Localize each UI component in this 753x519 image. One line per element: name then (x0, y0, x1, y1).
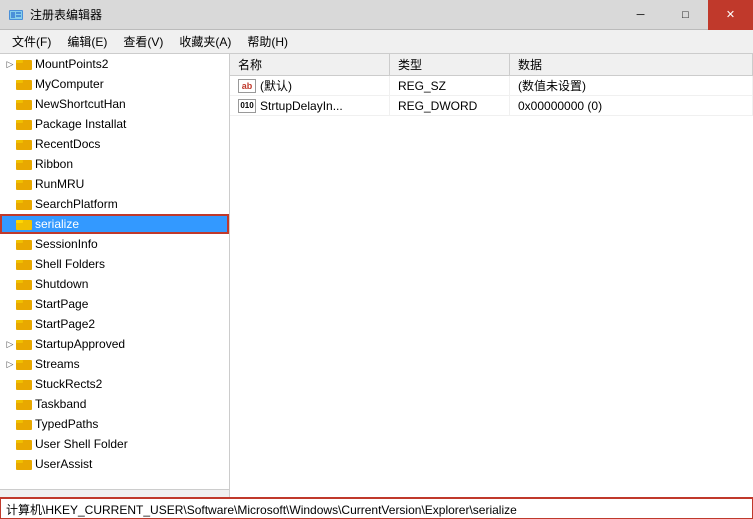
tree-item-RecentDocs[interactable]: ▷ RecentDocs (0, 134, 229, 154)
folder-icon (16, 117, 32, 131)
folder-icon (16, 237, 32, 251)
arrow-icon: ▷ (4, 358, 16, 370)
arrow-placeholder: ▷ (4, 398, 16, 410)
folder-icon (16, 357, 32, 371)
tree-item-NewShortcutHan[interactable]: ▷ NewShortcutHan (0, 94, 229, 114)
tree-item-TypedPaths[interactable]: ▷ TypedPaths (0, 414, 229, 434)
menu-file[interactable]: 文件(F) (4, 31, 59, 52)
arrow-icon: ▷ (4, 338, 16, 350)
col-header-type: 类型 (390, 54, 510, 75)
detail-row-strtupdelay[interactable]: 010 StrtupDelayIn... REG_DWORD 0x0000000… (230, 96, 753, 116)
arrow-icon: ▷ (4, 58, 16, 70)
window-title: 注册表编辑器 (30, 6, 102, 23)
arrow-placeholder: ▷ (4, 98, 16, 110)
tree-scroll[interactable]: ▷ MountPoints2 ▷ MyComputer ▷ (0, 54, 229, 489)
detail-panel: 名称 类型 数据 ab (默认) REG_SZ (数值未设置) 010 Strt… (230, 54, 753, 497)
arrow-placeholder: ▷ (4, 438, 16, 450)
folder-icon (16, 157, 32, 171)
tree-item-MountPoints2[interactable]: ▷ MountPoints2 (0, 54, 229, 74)
menu-view[interactable]: 查看(V) (115, 31, 171, 52)
tree-item-UserAssist[interactable]: ▷ UserAssist (0, 454, 229, 474)
title-bar: 注册表编辑器 ─ □ ✕ (0, 0, 753, 30)
status-bar: 计算机\HKEY_CURRENT_USER\Software\Microsoft… (0, 497, 753, 519)
cell-type-strtupdelay: REG_DWORD (390, 96, 510, 115)
arrow-placeholder: ▷ (4, 378, 16, 390)
arrow-placeholder: ▷ (4, 78, 16, 90)
arrow-placeholder: ▷ (4, 198, 16, 210)
tree-item-SearchPlatform[interactable]: ▷ SearchPlatform (0, 194, 229, 214)
tree-item-StartupApproved[interactable]: ▷ StartupApproved (0, 334, 229, 354)
folder-icon (16, 257, 32, 271)
folder-icon (16, 377, 32, 391)
menu-favorites[interactable]: 收藏夹(A) (171, 31, 239, 52)
title-bar-left: 注册表编辑器 (8, 6, 102, 23)
status-path: 计算机\HKEY_CURRENT_USER\Software\Microsoft… (6, 501, 517, 518)
tree-hscroll[interactable] (0, 489, 229, 497)
folder-icon (16, 297, 32, 311)
folder-icon (16, 137, 32, 151)
cell-name-strtupdelay: 010 StrtupDelayIn... (230, 96, 390, 115)
menu-edit[interactable]: 编辑(E) (59, 31, 115, 52)
tree-item-Taskband[interactable]: ▷ Taskband (0, 394, 229, 414)
tree-item-serialize[interactable]: ▷ serialize (0, 214, 229, 234)
arrow-placeholder: ▷ (4, 278, 16, 290)
arrow-placeholder: ▷ (4, 458, 16, 470)
tree-item-StartPage2[interactable]: ▷ StartPage2 (0, 314, 229, 334)
tree-item-UserShellFolder[interactable]: ▷ User Shell Folder (0, 434, 229, 454)
tree-item-StartPage[interactable]: ▷ StartPage (0, 294, 229, 314)
tree-item-RunMRU[interactable]: ▷ RunMRU (0, 174, 229, 194)
arrow-placeholder: ▷ (4, 418, 16, 430)
maximize-button[interactable]: □ (663, 0, 708, 30)
arrow-placeholder: ▷ (4, 158, 16, 170)
title-bar-controls: ─ □ ✕ (618, 0, 753, 30)
folder-icon (16, 177, 32, 191)
folder-selected-icon (16, 217, 32, 231)
regedit-icon (8, 7, 24, 23)
arrow-placeholder: ▷ (4, 238, 16, 250)
folder-icon (16, 437, 32, 451)
arrow-placeholder: ▷ (4, 318, 16, 330)
tree-item-Shutdown[interactable]: ▷ Shutdown (0, 274, 229, 294)
cell-data-strtupdelay: 0x00000000 (0) (510, 96, 753, 115)
reg-ab-icon: ab (238, 79, 256, 93)
tree-item-MyComputer[interactable]: ▷ MyComputer (0, 74, 229, 94)
folder-icon (16, 317, 32, 331)
col-header-name: 名称 (230, 54, 390, 75)
arrow-placeholder: ▷ (4, 138, 16, 150)
cell-data-default: (数值未设置) (510, 76, 753, 95)
cell-type-default: REG_SZ (390, 76, 510, 95)
folder-icon (16, 417, 32, 431)
main-content: ▷ MountPoints2 ▷ MyComputer ▷ (0, 54, 753, 497)
arrow-placeholder: ▷ (4, 178, 16, 190)
tree-item-ShellFolders[interactable]: ▷ Shell Folders (0, 254, 229, 274)
folder-icon (16, 77, 32, 91)
cell-name-default: ab (默认) (230, 76, 390, 95)
arrow-placeholder: ▷ (4, 298, 16, 310)
tree-item-Ribbon[interactable]: ▷ Ribbon (0, 154, 229, 174)
col-header-data: 数据 (510, 54, 753, 75)
folder-icon (16, 97, 32, 111)
menu-help[interactable]: 帮助(H) (239, 31, 296, 52)
folder-icon (16, 277, 32, 291)
tree-item-SessionInfo[interactable]: ▷ SessionInfo (0, 234, 229, 254)
detail-header: 名称 类型 数据 (230, 54, 753, 76)
tree-item-Streams[interactable]: ▷ Streams (0, 354, 229, 374)
menu-bar: 文件(F) 编辑(E) 查看(V) 收藏夹(A) 帮助(H) (0, 30, 753, 54)
tree-item-PackageInstallat[interactable]: ▷ Package Installat (0, 114, 229, 134)
folder-icon (16, 337, 32, 351)
reg-bin-icon: 010 (238, 99, 256, 113)
folder-icon (16, 57, 32, 71)
arrow-placeholder: ▷ (4, 218, 16, 230)
close-button[interactable]: ✕ (708, 0, 753, 30)
detail-row-default[interactable]: ab (默认) REG_SZ (数值未设置) (230, 76, 753, 96)
arrow-placeholder: ▷ (4, 258, 16, 270)
folder-icon (16, 397, 32, 411)
tree-panel: ▷ MountPoints2 ▷ MyComputer ▷ (0, 54, 230, 497)
minimize-button[interactable]: ─ (618, 0, 663, 30)
folder-icon (16, 197, 32, 211)
folder-icon (16, 457, 32, 471)
arrow-placeholder: ▷ (4, 118, 16, 130)
tree-item-StuckRects2[interactable]: ▷ StuckRects2 (0, 374, 229, 394)
